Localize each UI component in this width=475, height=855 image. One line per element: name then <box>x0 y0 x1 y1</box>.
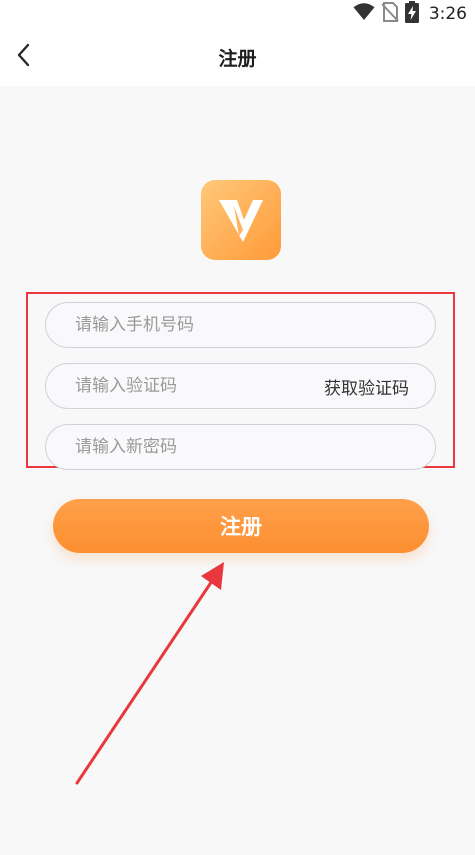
no-sim-icon <box>381 2 399 26</box>
register-button[interactable]: 注册 <box>53 499 429 553</box>
password-field <box>45 424 436 470</box>
code-input[interactable] <box>73 375 324 397</box>
page-title: 注册 <box>218 48 257 70</box>
phone-input[interactable] <box>73 314 409 336</box>
logo-v-icon <box>219 200 263 242</box>
password-input[interactable] <box>73 436 409 458</box>
phone-field <box>45 302 436 348</box>
status-time: 3:26 <box>428 4 467 24</box>
app-logo <box>201 180 281 260</box>
battery-charging-icon <box>404 1 419 27</box>
app-bar: 注册 <box>0 28 475 86</box>
status-bar: 3:26 <box>0 0 475 28</box>
status-icons: 3:26 <box>353 0 475 28</box>
wifi-icon <box>353 3 375 25</box>
get-code-button[interactable]: 获取验证码 <box>324 374 409 399</box>
code-field: 获取验证码 <box>45 363 436 409</box>
